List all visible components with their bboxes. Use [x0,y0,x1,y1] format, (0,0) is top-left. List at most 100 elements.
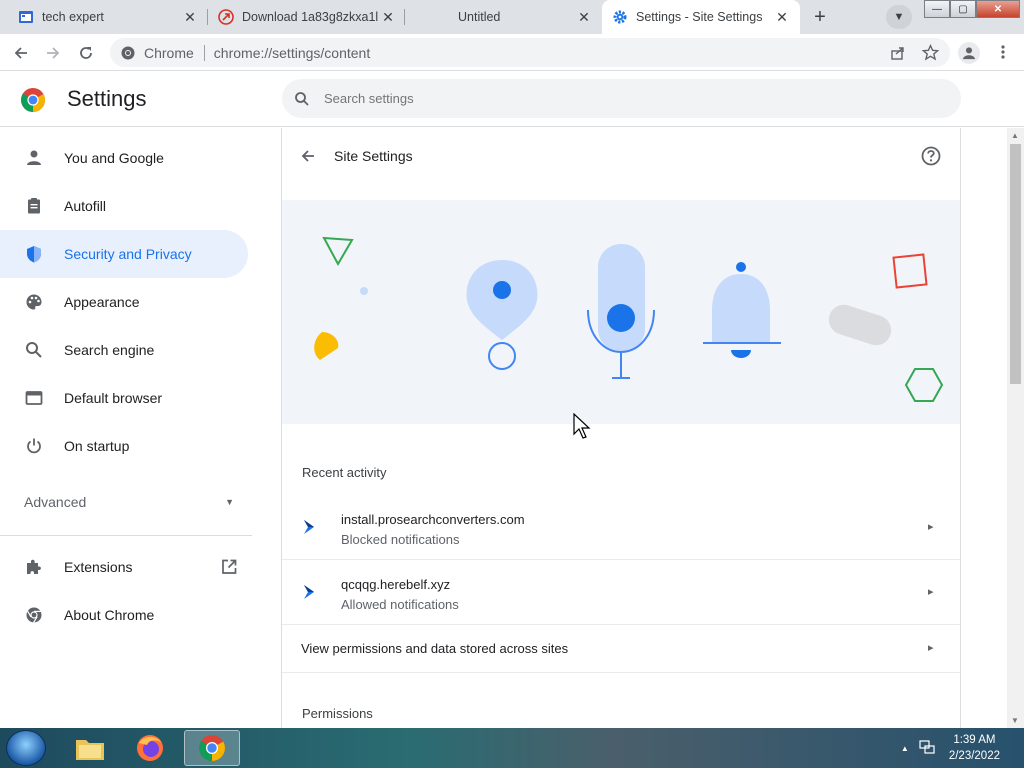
activity-status: Blocked notifications [341,532,460,547]
sidebar-item-security[interactable]: Security and Privacy [0,230,248,278]
chrome-taskbar-button[interactable] [184,730,240,766]
tray-expand-icon[interactable]: ▲ [901,744,909,753]
tab-title: Untitled [458,10,501,24]
profile-avatar-icon[interactable] [958,42,980,64]
site-label: Chrome [144,44,194,61]
clock[interactable]: 1:39 AM 2/23/2022 [949,732,1000,764]
forward-button[interactable] [40,40,66,66]
person-icon [24,148,44,168]
close-icon[interactable]: ✕ [380,9,396,25]
share-icon[interactable] [888,44,908,62]
sidebar-divider [0,535,252,536]
chrome-outline-icon [24,605,44,625]
site-favicon-icon [302,519,316,538]
network-icon[interactable] [919,739,935,758]
sidebar-item-extensions[interactable]: Extensions [0,543,252,591]
url-text[interactable]: chrome://settings/content [214,45,370,61]
scrollbar-thumb[interactable] [1010,144,1021,384]
start-button[interactable] [6,730,46,766]
activity-row[interactable]: qcqqg.herebelf.xyz Allowed notifications… [282,560,960,625]
close-icon[interactable]: ✕ [774,9,790,25]
minimize-button[interactable]: — [924,0,950,18]
shield-icon [24,244,44,264]
sidebar-item-label: About Chrome [64,607,155,623]
back-arrow-icon[interactable] [300,148,316,164]
permissions-heading: Permissions [302,706,373,721]
scroll-up-arrow-icon[interactable]: ▲ [1011,131,1019,140]
chevron-down-icon: ▼ [893,11,905,23]
settings-header: Settings [0,71,1024,127]
back-button[interactable] [8,40,34,66]
chevron-right-icon: ▸ [928,521,934,533]
sidebar-item-autofill[interactable]: Autofill [0,182,248,230]
tab-title: Settings - Site Settings [636,10,763,24]
activity-status: Allowed notifications [341,597,459,612]
tab-strip: tech expert ✕ Download 1a83g8zkxa1l ✕ Un… [0,0,1024,34]
search-icon [295,91,309,106]
sidebar-item-label: Appearance [64,294,140,310]
close-icon[interactable]: ✕ [182,9,198,25]
advanced-toggle[interactable]: Advanced ▼ [24,494,234,510]
firefox-button[interactable] [122,730,178,766]
mouse-cursor-icon [573,413,591,439]
sidebar-item-default-browser[interactable]: Default browser [0,374,248,422]
chevron-right-icon: ▸ [928,642,934,654]
search-input[interactable] [324,91,884,106]
arrow-right-icon [47,47,60,59]
blank-page-icon [416,9,432,25]
page-title: Settings [67,86,147,111]
tab-search-button[interactable]: ▼ [886,5,912,29]
power-icon [24,436,44,456]
tab-untitled[interactable]: Untitled ✕ [406,0,602,34]
folder-icon [76,740,104,760]
activity-site: qcqqg.herebelf.xyz [341,577,451,592]
tab-settings[interactable]: Settings - Site Settings ✕ [602,0,800,34]
tab-download[interactable]: Download 1a83g8zkxa1l ✕ [208,0,406,34]
sidebar-item-label: Search engine [64,342,155,358]
settings-gear-icon [612,9,628,25]
system-tray: ▲ 1:39 AM 2/23/2022 [901,728,1024,768]
activity-site: install.prosearchconverters.com [341,512,525,527]
sidebar-item-label: You and Google [64,150,164,166]
palette-icon [24,292,44,312]
firefox-icon [137,735,163,761]
sidebar: You and Google Autofill Security and Pri… [0,128,260,728]
new-tab-button[interactable]: + [807,5,833,29]
tab-title: tech expert [42,10,104,24]
sidebar-item-search-engine[interactable]: Search engine [0,326,248,374]
reload-button[interactable] [73,40,99,66]
browser-toolbar: Chrome chrome://settings/content [0,34,1024,71]
window-close-button[interactable]: ✕ [976,0,1020,18]
tab-tech-expert[interactable]: tech expert ✕ [8,0,208,34]
clock-time: 1:39 AM [953,734,996,746]
settings-search[interactable] [282,79,961,118]
close-icon[interactable]: ✕ [576,9,592,25]
sidebar-item-label: Default browser [64,390,163,406]
scroll-down-arrow-icon[interactable]: ▼ [1011,716,1019,725]
activity-row[interactable]: install.prosearchconverters.com Blocked … [282,495,960,560]
sidebar-item-label: Autofill [64,198,107,214]
taskbar: ▲ 1:39 AM 2/23/2022 [0,728,1024,768]
reload-icon [80,47,92,59]
kebab-menu-icon[interactable] [993,43,1013,61]
download-site-icon [218,9,234,25]
maximize-button[interactable]: ▢ [950,0,976,18]
address-bar[interactable]: Chrome chrome://settings/content [110,38,950,67]
subpage-title: Site Settings [334,148,413,164]
view-permissions-row[interactable]: View permissions and data stored across … [282,625,960,673]
omnibox-divider [203,44,205,61]
view-permissions-label: View permissions and data stored across … [301,641,569,656]
site-settings-illustration [282,200,960,424]
sidebar-item-label: On startup [64,438,130,454]
sidebar-item-on-startup[interactable]: On startup [0,422,248,470]
bookmark-star-icon[interactable] [920,43,940,61]
sidebar-item-appearance[interactable]: Appearance [0,278,248,326]
sidebar-item-you-and-google[interactable]: You and Google [0,134,248,182]
vertical-scrollbar[interactable]: ▲ ▼ [1007,128,1024,728]
chevron-right-icon: ▸ [928,586,934,598]
recent-activity-heading: Recent activity [302,465,387,480]
sidebar-item-about-chrome[interactable]: About Chrome [0,591,248,639]
help-icon[interactable] [920,145,942,167]
sidebar-item-label: Security and Privacy [64,246,192,262]
file-explorer-button[interactable] [62,730,118,766]
